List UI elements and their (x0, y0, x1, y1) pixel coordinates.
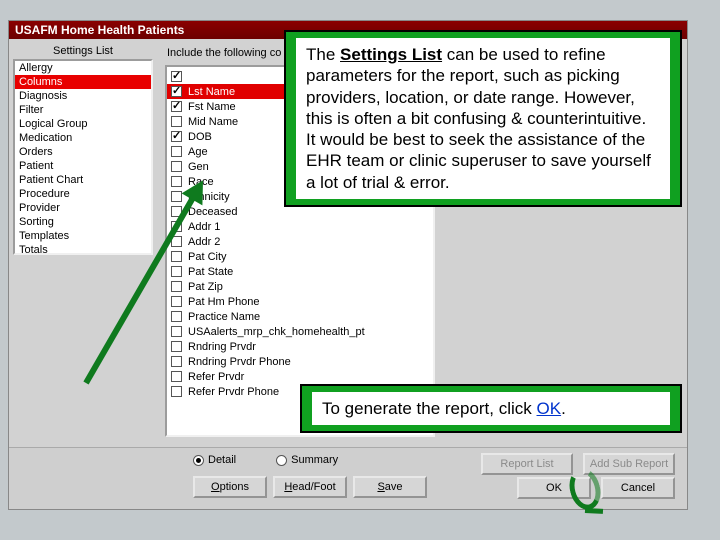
column-row[interactable]: Addr 2 (167, 234, 433, 249)
column-row[interactable]: Rndring Prvdr (167, 339, 433, 354)
checkbox-icon[interactable] (171, 281, 182, 292)
checkbox-icon[interactable] (171, 101, 182, 112)
annotation-callout-ok: To generate the report, click OK. (300, 384, 682, 433)
settings-item-provider[interactable]: Provider (15, 201, 151, 215)
column-row[interactable]: Refer Prvdr (167, 369, 433, 384)
report-list-button[interactable]: Report List (481, 453, 573, 475)
settings-item-sorting[interactable]: Sorting (15, 215, 151, 229)
column-row[interactable]: Pat City (167, 249, 433, 264)
settings-item-orders[interactable]: Orders (15, 145, 151, 159)
checkbox-icon[interactable] (171, 161, 182, 172)
checkbox-icon[interactable] (171, 341, 182, 352)
column-label: Addr 1 (188, 221, 220, 233)
settings-list[interactable]: AllergyColumnsDiagnosisFilterLogical Gro… (13, 59, 153, 255)
column-label: Fst Name (188, 101, 236, 113)
checkbox-icon[interactable] (171, 146, 182, 157)
checkbox-icon[interactable] (171, 356, 182, 367)
column-label: Age (188, 146, 208, 158)
radio-detail[interactable]: Detail (193, 454, 236, 466)
column-label: Refer Prvdr Phone (188, 386, 279, 398)
column-row[interactable]: Pat State (167, 264, 433, 279)
column-label: Pat City (188, 251, 227, 263)
checkbox-icon[interactable] (171, 86, 182, 97)
checkbox-icon[interactable] (171, 326, 182, 337)
column-row[interactable]: Rndring Prvdr Phone (167, 354, 433, 369)
radio-dot-icon (193, 455, 204, 466)
checkbox-icon[interactable] (171, 386, 182, 397)
settings-list-label: Settings List (13, 45, 153, 59)
checkbox-icon[interactable] (171, 191, 182, 202)
column-label: Gen (188, 161, 209, 173)
settings-item-columns[interactable]: Columns (15, 75, 151, 89)
settings-item-allergy[interactable]: Allergy (15, 61, 151, 75)
checkbox-icon[interactable] (171, 116, 182, 127)
settings-item-templates[interactable]: Templates (15, 229, 151, 243)
column-label: Mid Name (188, 116, 238, 128)
column-label: Rndring Prvdr (188, 341, 256, 353)
cancel-button[interactable]: Cancel (601, 477, 675, 499)
checkbox-icon[interactable] (171, 266, 182, 277)
column-label: Practice Name (188, 311, 260, 323)
checkbox-icon[interactable] (171, 251, 182, 262)
checkbox-icon[interactable] (171, 131, 182, 142)
settings-item-patient[interactable]: Patient (15, 159, 151, 173)
column-row[interactable]: Pat Hm Phone (167, 294, 433, 309)
radio-dot-icon (276, 455, 287, 466)
left-column: Settings List AllergyColumnsDiagnosisFil… (9, 39, 157, 447)
radio-summary-label: Summary (291, 454, 338, 466)
radio-summary[interactable]: Summary (276, 454, 338, 466)
column-row[interactable]: Addr 1 (167, 219, 433, 234)
add-sub-report-button[interactable]: Add Sub Report (583, 453, 675, 475)
column-label: Deceased (188, 206, 238, 218)
column-label: Refer Prvdr (188, 371, 244, 383)
settings-item-logical-group[interactable]: Logical Group (15, 117, 151, 131)
column-label: Pat Hm Phone (188, 296, 260, 308)
settings-item-medication[interactable]: Medication (15, 131, 151, 145)
save-button[interactable]: SaveSave (353, 476, 427, 498)
settings-item-totals[interactable]: Totals (15, 243, 151, 255)
column-label: DOB (188, 131, 212, 143)
column-label: USAalerts_mrp_chk_homehealth_pt (188, 326, 365, 338)
checkbox-icon[interactable] (171, 311, 182, 322)
column-row[interactable]: USAalerts_mrp_chk_homehealth_pt (167, 324, 433, 339)
annotation-callout-settings: The Settings List can be used to refine … (284, 30, 682, 207)
checkbox-icon[interactable] (171, 71, 182, 82)
options-button[interactable]: OOptionsptions (193, 476, 267, 498)
settings-item-patient-chart[interactable]: Patient Chart (15, 173, 151, 187)
column-label: Rndring Prvdr Phone (188, 356, 291, 368)
column-label: Lst Name (188, 86, 235, 98)
head-foot-button[interactable]: Head/FootHead/Foot (273, 476, 347, 498)
checkbox-icon[interactable] (171, 296, 182, 307)
settings-item-procedure[interactable]: Procedure (15, 187, 151, 201)
radio-detail-label: Detail (208, 454, 236, 466)
checkbox-icon[interactable] (171, 371, 182, 382)
column-row[interactable]: Pat Zip (167, 279, 433, 294)
settings-item-filter[interactable]: Filter (15, 103, 151, 117)
settings-item-diagnosis[interactable]: Diagnosis (15, 89, 151, 103)
column-label: Pat State (188, 266, 233, 278)
column-label: Addr 2 (188, 236, 220, 248)
column-row[interactable]: Practice Name (167, 309, 433, 324)
checkbox-icon[interactable] (171, 176, 182, 187)
column-label: Pat Zip (188, 281, 223, 293)
